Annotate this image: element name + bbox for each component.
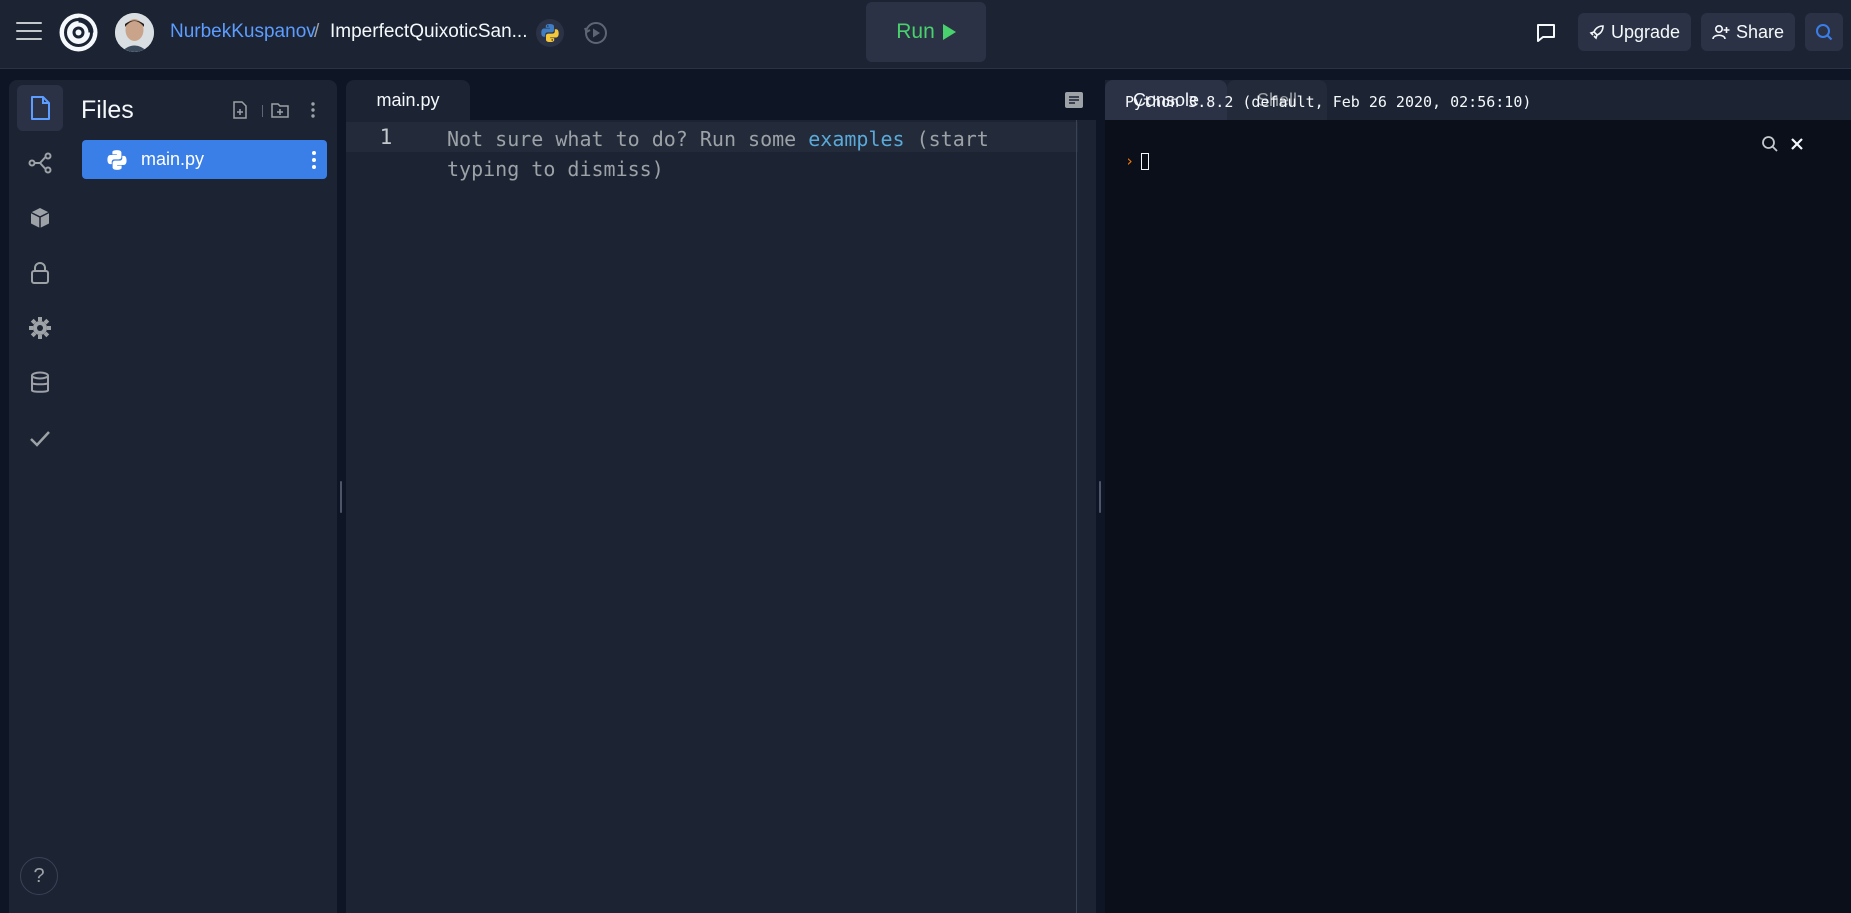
examples-link[interactable]: examples	[808, 127, 904, 151]
check-icon	[30, 431, 50, 447]
run-button-label: Run	[896, 20, 935, 43]
close-icon[interactable]	[1787, 134, 1807, 154]
files-more-button[interactable]	[302, 99, 324, 121]
python-version-banner: Python 3.8.2 (default, Feb 26 2020, 02:5…	[1125, 93, 1532, 111]
chat-icon[interactable]	[1532, 19, 1560, 47]
files-title: Files	[81, 96, 134, 124]
add-user-icon	[1712, 24, 1730, 40]
new-file-icon	[233, 101, 247, 119]
database-icon	[31, 371, 49, 393]
tab-main-py[interactable]: main.py	[346, 80, 470, 120]
editor-format-icon[interactable]	[1064, 91, 1084, 109]
sidebar-item-database[interactable]	[17, 360, 63, 406]
history-icon[interactable]	[582, 19, 610, 47]
toolbar-divider	[262, 105, 263, 117]
editor-placeholder[interactable]: Not sure what to do? Run some examples (…	[447, 124, 1067, 184]
editor-tab-bar: main.py	[346, 80, 1096, 120]
package-icon	[30, 208, 50, 228]
editor-resize-handle[interactable]	[1099, 481, 1101, 513]
sidebar-item-packages[interactable]	[17, 195, 63, 241]
console-output[interactable]	[1105, 120, 1851, 913]
search-icon	[1816, 24, 1833, 41]
editor-pane: main.py 1 Not sure what to do? Run some …	[346, 80, 1096, 913]
breadcrumb-separator: /	[314, 21, 320, 42]
sidebar-item-files[interactable]	[17, 85, 63, 131]
file-icon	[31, 96, 50, 120]
file-more-icon[interactable]	[307, 149, 321, 171]
upgrade-label: Upgrade	[1610, 21, 1681, 42]
sidebar-item-secrets[interactable]	[17, 250, 63, 296]
rocket-icon	[1589, 25, 1604, 40]
help-button[interactable]: ?	[20, 857, 58, 895]
python-file-icon	[107, 150, 127, 170]
sidebar-item-unit-tests[interactable]	[17, 415, 63, 461]
sidebar-item-settings[interactable]	[17, 305, 63, 351]
gear-icon	[29, 317, 51, 339]
avatar[interactable]	[115, 13, 154, 52]
file-item-main-py[interactable]: main.py	[82, 140, 327, 179]
file-name: main.py	[141, 149, 205, 169]
kebab-menu-icon	[311, 102, 315, 118]
git-icon	[28, 152, 52, 174]
new-folder-button[interactable]	[269, 99, 291, 121]
run-button[interactable]: Run	[866, 2, 986, 62]
console-search-icon[interactable]	[1760, 134, 1780, 154]
files-resize-handle[interactable]	[340, 481, 342, 513]
editor-scrollbar[interactable]	[1076, 120, 1077, 913]
user-avatar-icon	[115, 13, 154, 52]
new-folder-icon	[271, 103, 289, 118]
menu-icon[interactable]	[16, 22, 42, 42]
python-language-icon[interactable]	[536, 19, 564, 47]
username-link[interactable]: NurbekKuspanov	[170, 21, 316, 43]
play-icon	[942, 24, 956, 40]
search-button[interactable]	[1805, 13, 1843, 51]
top-bar: NurbekKuspanov / ImperfectQuixoticSan...…	[0, 0, 1851, 69]
sidebar-rail: ?	[9, 80, 69, 913]
replit-logo-icon[interactable]	[58, 12, 99, 53]
upgrade-button[interactable]: Upgrade	[1578, 13, 1691, 51]
console-cursor	[1141, 153, 1149, 170]
lock-icon	[31, 262, 49, 284]
line-number: 1	[379, 125, 393, 149]
console-prompt-icon: ›	[1125, 152, 1135, 170]
repl-name[interactable]: ImperfectQuixoticSan...	[330, 21, 527, 43]
share-button[interactable]: Share	[1701, 13, 1795, 51]
share-label: Share	[1735, 21, 1785, 42]
new-file-button[interactable]	[229, 99, 251, 121]
console-pane: Console Shell	[1105, 80, 1851, 913]
sidebar-item-version-control[interactable]	[17, 140, 63, 186]
files-panel: Files main.py	[69, 80, 337, 913]
placeholder-text: Not sure what to do? Run some	[447, 127, 809, 151]
